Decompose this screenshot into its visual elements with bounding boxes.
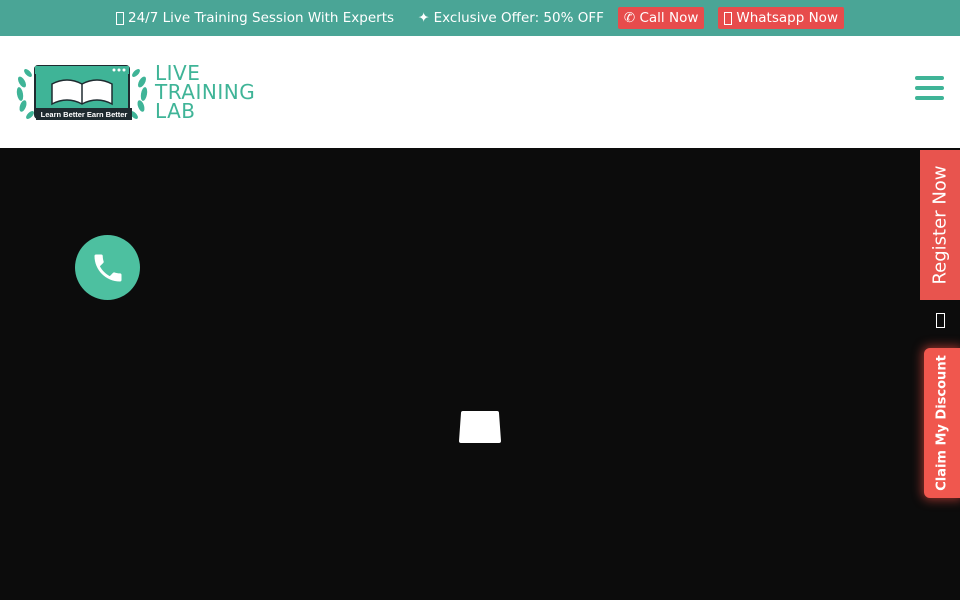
training-text: 24/7 Live Training Session With Experts bbox=[128, 10, 395, 26]
claim-discount-label: Claim My Discount bbox=[934, 355, 950, 491]
clock-icon bbox=[116, 11, 124, 25]
hamburger-menu-icon[interactable] bbox=[915, 76, 944, 100]
menu-bar bbox=[915, 96, 944, 100]
laurel-left-icon bbox=[16, 69, 34, 119]
loading-placeholder-icon bbox=[459, 411, 501, 443]
top-announcement-bar: 24/7 Live Training Session With Experts … bbox=[0, 0, 960, 36]
side-icon-tab[interactable] bbox=[920, 300, 960, 340]
call-now-button[interactable]: ✆ Call Now bbox=[617, 7, 705, 29]
call-now-label: ✆ Call Now bbox=[623, 10, 699, 26]
training-info: 24/7 Live Training Session With Experts bbox=[116, 10, 394, 26]
menu-bar bbox=[915, 76, 944, 80]
menu-bar bbox=[915, 86, 944, 90]
whatsapp-icon bbox=[724, 11, 733, 25]
register-now-label: Register Now bbox=[929, 165, 951, 285]
brand-wordmark: LIVE TRAINING LAB bbox=[155, 63, 255, 123]
hero-section bbox=[0, 148, 960, 600]
phone-icon bbox=[94, 254, 121, 281]
offer-text: ✦ Exclusive Offer: 50% OFF bbox=[418, 10, 604, 26]
brand-line-3: LAB bbox=[155, 99, 196, 123]
offer-info: ✦ Exclusive Offer: 50% OFF bbox=[418, 10, 604, 26]
claim-discount-tab[interactable]: Claim My Discount bbox=[924, 348, 960, 498]
whatsapp-now-button[interactable]: Whatsapp Now bbox=[718, 7, 844, 29]
tagline-text: Learn Better Earn Better bbox=[41, 110, 128, 119]
phone-outline-icon bbox=[935, 312, 945, 328]
whatsapp-now-label: Whatsapp Now bbox=[736, 10, 838, 26]
site-header: Learn Better Earn Better LIVE TRAINING L… bbox=[0, 36, 960, 148]
phone-call-button[interactable] bbox=[75, 235, 140, 300]
register-now-tab[interactable]: Register Now bbox=[920, 150, 960, 300]
